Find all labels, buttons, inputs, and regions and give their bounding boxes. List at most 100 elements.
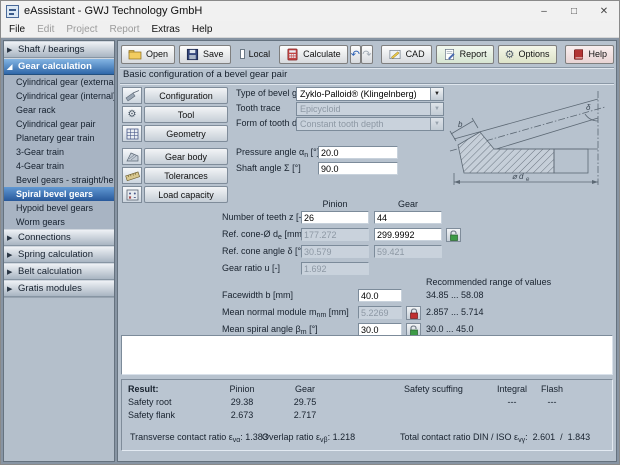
sidebar-item-spiral-bevel-gears[interactable]: Spiral bevel gears [4, 187, 114, 201]
form-of-tooth-depth-select: Constant tooth depth ▼ [296, 117, 444, 131]
sidebar-item-planetary-gear-train[interactable]: Planetary gear train [4, 131, 114, 145]
chevron-expanded-icon: ◢ [7, 63, 13, 71]
tooth-trace-select: Epicycloid ▼ [296, 102, 444, 116]
spiral-angle-range: 30.0 ... 45.0 [426, 324, 474, 334]
section-label: Gratis modules [18, 283, 82, 294]
section-label: Spring calculation [18, 249, 93, 260]
shaft-angle-input[interactable] [318, 162, 398, 175]
calculator-icon [287, 48, 298, 60]
maximize-button[interactable]: □ [559, 1, 589, 21]
options-button[interactable]: ⚙ Options [497, 44, 557, 64]
sidebar-empty-area [4, 297, 114, 461]
redo-icon: ↷ [362, 48, 372, 61]
chevron-right-icon: ▶ [7, 268, 13, 276]
calculate-button[interactable]: Calculate [279, 44, 348, 64]
chevron-down-icon: ▼ [430, 118, 443, 130]
diagram-dim-de: ⌀ d [512, 172, 524, 181]
facewidth-label: Facewidth b [mm] [222, 290, 294, 300]
tool-button[interactable]: Tool [144, 106, 228, 123]
undo-button[interactable]: ↶ [349, 44, 362, 64]
safety-root-gear: 29.75 [293, 397, 317, 407]
sidebar-item-gear-rack[interactable]: Gear rack [4, 103, 114, 117]
sidebar-item-worm-gears[interactable]: Worm gears [4, 215, 114, 229]
result-col-gear: Gear [294, 384, 315, 394]
result-col-scuffing: Safety scuffing [404, 384, 463, 394]
menu-extras[interactable]: Extras [146, 23, 186, 36]
minimize-icon: – [541, 5, 547, 17]
open-button[interactable]: Open [121, 44, 176, 64]
close-icon: ✕ [599, 5, 609, 17]
mean-normal-module-input [358, 306, 402, 319]
main-panel: Open Save Local Calculate ↶ ↷ CAD Report… [117, 40, 617, 462]
menubar: File Edit Project Report Extras Help [1, 21, 619, 38]
overlap-ratio: Overlap ratio εvβ: 1.218 [262, 432, 356, 444]
cone-diameter-lock-button[interactable] [446, 228, 461, 242]
sidebar-item-cylindrical-gear-pair[interactable]: Cylindrical gear pair [4, 117, 114, 131]
sidebar-item-cylindrical-gear-external[interactable]: Cylindrical gear (external) [4, 75, 114, 89]
save-button[interactable]: Save [179, 44, 231, 64]
sidebar-item-cylindrical-gear-internal[interactable]: Cylindrical gear (internal) [4, 89, 114, 103]
sidebar: ▶ Shaft / bearings ◢ Gear calculation Cy… [3, 40, 115, 462]
app-window: eAssistant - GWJ Technology GmbH – □ ✕ F… [0, 0, 620, 465]
window-title: eAssistant - GWJ Technology GmbH [24, 5, 203, 17]
chevron-down-icon[interactable]: ▼ [430, 88, 443, 100]
sidebar-section-shaft-bearings[interactable]: ▶ Shaft / bearings [4, 41, 114, 58]
pressure-angle-input[interactable] [318, 146, 398, 159]
gear-ratio-label: Gear ratio u [-] [222, 263, 281, 273]
safety-root-flash: --- [547, 397, 557, 407]
mean-normal-module-label: Mean normal module mnm [mm] [222, 307, 349, 319]
chevron-right-icon: ▶ [7, 285, 13, 293]
cone-diameter-gear-input[interactable] [374, 228, 442, 241]
app-body: ▶ Shaft / bearings ◢ Gear calculation Cy… [1, 38, 619, 464]
shaft-angle-label: Shaft angle Σ [°] [236, 163, 301, 173]
diagram-dim-b: b [458, 120, 463, 129]
close-button[interactable]: ✕ [589, 1, 619, 21]
teeth-pinion-input[interactable] [301, 211, 369, 224]
menu-file[interactable]: File [3, 23, 31, 36]
cad-button[interactable]: CAD [380, 44, 432, 64]
tolerances-icon [122, 167, 142, 184]
sidebar-section-connections[interactable]: ▶ Connections [4, 229, 114, 246]
help-button[interactable]: Help [564, 44, 615, 64]
facewidth-range: 34.85 ... 58.08 [426, 290, 484, 300]
section-title: Basic configuration of a bevel gear pair [123, 69, 288, 80]
local-checkbox[interactable] [239, 49, 245, 59]
chevron-right-icon: ▶ [7, 234, 13, 242]
geometry-button[interactable]: Geometry [144, 125, 228, 142]
sidebar-section-spring-calculation[interactable]: ▶ Spring calculation [4, 246, 114, 263]
section-label: Shaft / bearings [18, 44, 85, 55]
chevron-right-icon: ▶ [7, 46, 13, 54]
cone-angle-gear-input [374, 245, 442, 258]
sidebar-section-gear-calculation[interactable]: ◢ Gear calculation [4, 58, 114, 75]
minimize-button[interactable]: – [529, 1, 559, 21]
load-capacity-button[interactable]: Load capacity [144, 186, 228, 203]
report-button[interactable]: Report [435, 44, 494, 64]
safety-root-label: Safety root [128, 397, 172, 407]
type-of-bevel-gear-select[interactable]: Zyklo-Palloid® (Klingelnberg) ▼ [296, 87, 444, 101]
chevron-down-icon: ▼ [430, 103, 443, 115]
recommended-range-header: Recommended range of values [426, 277, 552, 287]
safety-flank-gear: 2.717 [293, 410, 317, 420]
module-range: 2.857 ... 5.714 [426, 307, 484, 317]
sidebar-item-hypoid-bevel-gears[interactable]: Hypoid bevel gears [4, 201, 114, 215]
sidebar-item-4-gear-train[interactable]: 4-Gear train [4, 159, 114, 173]
app-icon [6, 4, 19, 18]
config-nav: Configuration ⚙ Tool Geometry Gear body … [122, 87, 228, 205]
module-lock-button[interactable] [406, 306, 421, 320]
sidebar-item-3-gear-train[interactable]: 3-Gear train [4, 145, 114, 159]
gear-body-button[interactable]: Gear body [144, 148, 228, 165]
report-document-icon [444, 48, 455, 60]
gear-body-icon [122, 148, 142, 165]
sidebar-section-gratis-modules[interactable]: ▶ Gratis modules [4, 280, 114, 297]
configuration-button[interactable]: Configuration [144, 87, 228, 104]
facewidth-input[interactable] [358, 289, 402, 302]
menu-help[interactable]: Help [186, 23, 219, 36]
tool-icon: ⚙ [122, 106, 142, 123]
sidebar-section-belt-calculation[interactable]: ▶ Belt calculation [4, 263, 114, 280]
teeth-gear-input[interactable] [374, 211, 442, 224]
tolerances-button[interactable]: Tolerances [144, 167, 228, 184]
options-gear-icon: ⚙ [504, 48, 515, 61]
result-panel: Result: Pinion Gear Safety scuffing Inte… [121, 379, 613, 451]
geometry-icon [122, 125, 142, 142]
sidebar-item-bevel-gears-straight-helical[interactable]: Bevel gears - straight/helical [4, 173, 114, 187]
